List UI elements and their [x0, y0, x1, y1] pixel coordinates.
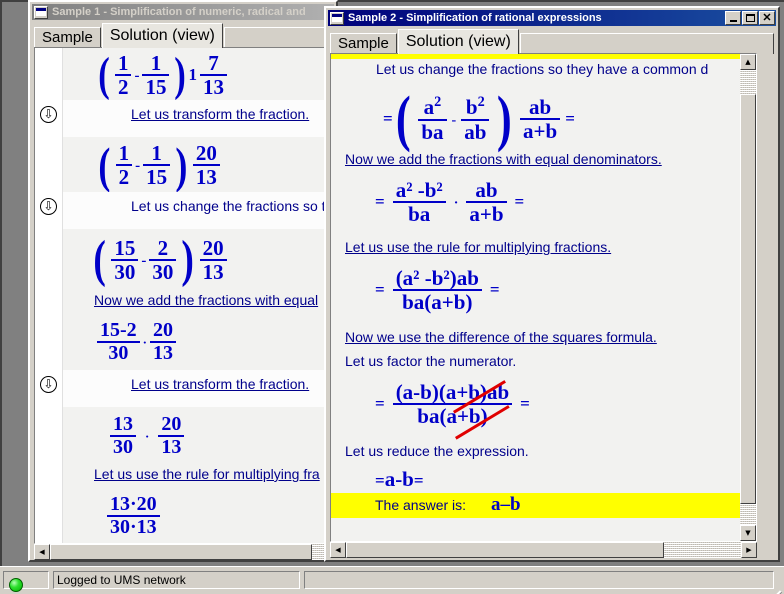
system-menu-icon-2[interactable] [330, 11, 344, 25]
window2-vscrollbar[interactable]: ▲ ▼ [740, 54, 756, 541]
window2-line-10: Let us reduce the expression. [331, 441, 740, 465]
window2-line-8: Let us factor the numerator. [331, 351, 740, 375]
tab-sample-2[interactable]: Sample [330, 33, 397, 54]
window2-line-6: = (a² -b²)ab ba(a+b) = [375, 266, 500, 315]
step-marker-icon-2[interactable]: ⇩ [40, 198, 57, 215]
window1-document: (1 2-1 15) 1 7 13 Let us transform the fracti… [34, 47, 330, 544]
statusbar: Logged to UMS network [0, 566, 784, 594]
fraction-1-2: 12 [112, 52, 135, 98]
tab-sample-1[interactable]: Sample [34, 27, 101, 48]
window1-line-10: Let us use the rule for multiplying fra [63, 464, 329, 488]
answer-value: a–b [491, 494, 521, 515]
hint-multiplying-fractions-2: Let us use the rule for multiplying frac… [345, 239, 612, 255]
window1-line-5: (15 30-2 30) 20 13 [63, 229, 329, 290]
hint-difference-of-squares: Now we use the difference of the squares… [345, 329, 657, 345]
window1-line-9: 13 30 · 20 13 [63, 407, 329, 464]
statusbar-message-panel: Logged to UMS network [53, 571, 300, 589]
window2-line-4: = a² -b² ba · ab a+b = [375, 178, 525, 227]
window1-line-7: 15-2 30 · 20 13 [63, 314, 329, 370]
window1-line-3: (1 2-1 15) 20 13 [63, 137, 329, 192]
app-root: Sample 1 - Simplification of numeric, ra… [0, 0, 784, 594]
window1-titlebar[interactable]: Sample 1 - Simplification of numeric, ra… [32, 4, 334, 20]
window1-title: Sample 1 - Simplification of numeric, ra… [52, 6, 306, 18]
hint-common-denominator-2: Let us change the fractions so they have… [376, 61, 709, 77]
network-status-led-icon [9, 578, 23, 592]
vscroll-up-button[interactable]: ▲ [740, 54, 756, 70]
hint-add-equal-denominators-1: Now we add the fractions with equal [94, 292, 319, 308]
close-button[interactable]: ✕ [759, 11, 775, 25]
window1-line-6: Now we add the fractions with equal [63, 290, 329, 314]
vscroll-thumb[interactable] [740, 94, 756, 504]
resize-grip[interactable] [768, 578, 783, 594]
step-marker-icon-1[interactable]: ⇩ [40, 106, 57, 123]
answer-bar: The answer is: a–b [331, 493, 740, 518]
hscroll-thumb-1[interactable] [50, 544, 312, 560]
hscroll-thumb-2[interactable] [346, 542, 664, 558]
hscroll-left-button-2[interactable]: ◀ [330, 542, 346, 558]
hint-transform-fraction: Let us transform the fraction. [131, 106, 310, 122]
hint-add-equal-denominators-2: Now we add the fractions with equal deno… [345, 151, 662, 167]
window2-tabstrip[interactable]: Sample Solution (view) [330, 28, 774, 54]
whole-part: 1 [188, 64, 197, 84]
step-marker-icon-3[interactable]: ⇩ [40, 376, 57, 393]
hint-common-denominator-1: Let us change the fractions so the [131, 198, 329, 214]
window1-line-8: Let us transform the fraction. [63, 370, 329, 407]
window2-hscrollbar[interactable]: ◀ ▶ [330, 542, 757, 558]
hscroll-left-button-1[interactable]: ◀ [34, 544, 50, 560]
window2-line-1: Let us change the fractions so they have… [331, 59, 740, 83]
vscroll-down-button[interactable]: ▼ [740, 525, 756, 541]
system-menu-icon[interactable] [34, 5, 48, 19]
window1-page: (1 2-1 15) 1 7 13 Let us transform the fracti… [63, 48, 329, 543]
window2-titlebar-buttons: ✕ [725, 11, 775, 25]
hint-reduce-expression: Let us reduce the expression. [345, 443, 529, 459]
minimize-button[interactable] [725, 11, 741, 25]
window2-document: Let us change the fractions so they have… [330, 53, 757, 542]
window1-line-11: 13·20 30·13 [63, 488, 329, 543]
window2-line-3: Now we add the fractions with equal deno… [331, 149, 740, 173]
hint-transform-fraction-2: Let us transform the fraction. [131, 376, 310, 392]
window1-tabstrip-filler [223, 27, 332, 48]
window2-line-11: =a-b= [375, 467, 424, 491]
window2-line-2: =(a2 ba - b2 ab) ab a+b = [383, 85, 575, 153]
window1-line-4: Let us change the fractions so the [63, 192, 329, 229]
window-sample-1[interactable]: Sample 1 - Simplification of numeric, ra… [28, 0, 338, 562]
window1-line-1: (1 2-1 15) 1 7 13 [63, 48, 329, 100]
statusbar-led-panel [3, 571, 49, 592]
window2-titlebar[interactable]: Sample 2 - Simplification of rational ex… [328, 10, 776, 26]
hint-factor-numerator: Let us factor the numerator. [345, 353, 517, 369]
window2-line-7: Now we use the difference of the squares… [331, 327, 740, 351]
window2-line-9: = (a-b)(a+b)ab ba(a+b) = [331, 375, 740, 441]
tab-solution-view-2[interactable]: Solution (view) [397, 29, 519, 54]
fraction-1-15: 1 15 [139, 52, 172, 98]
statusbar-spacer-panel [304, 571, 774, 589]
window2-page: Let us change the fractions so they have… [331, 59, 740, 541]
window1-tabstrip[interactable]: Sample Solution (view) [34, 22, 332, 48]
window2-tabstrip-filler [519, 33, 774, 54]
window-sample-2[interactable]: Sample 2 - Simplification of rational ex… [324, 6, 780, 562]
window2-line-5: Let us use the rule for multiplying frac… [331, 237, 740, 261]
hscroll-right-button-2[interactable]: ▶ [741, 542, 757, 558]
window1-hscrollbar[interactable]: ◀ [34, 544, 330, 560]
fraction-7-13: 7 13 [197, 52, 230, 98]
answer-label: The answer is: [375, 497, 467, 513]
window2-title: Sample 2 - Simplification of rational ex… [348, 12, 602, 24]
maximize-button[interactable] [742, 11, 758, 25]
window1-line-2: Let us transform the fraction. [63, 100, 329, 137]
hint-multiplying-fractions-1: Let us use the rule for multiplying fra [94, 466, 320, 482]
tab-solution-view-1[interactable]: Solution (view) [101, 23, 223, 48]
